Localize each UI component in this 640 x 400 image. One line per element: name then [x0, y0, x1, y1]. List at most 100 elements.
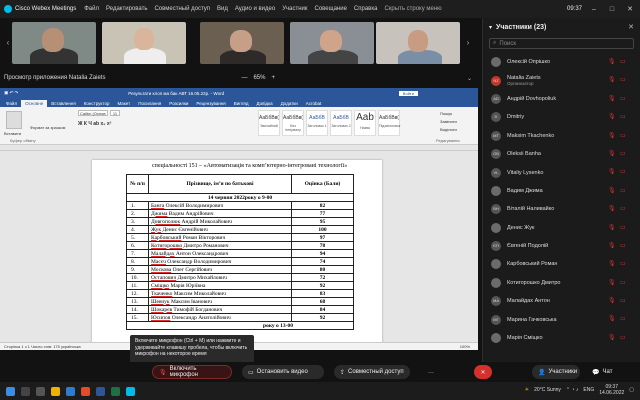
close-icon[interactable]: ✕ [624, 5, 636, 13]
word-tab[interactable]: Макет [113, 100, 134, 107]
participant-item[interactable]: Вадим Джима 🎙 ▭ [483, 182, 640, 200]
row-surname: Шевчук [151, 298, 170, 305]
word-tab-active[interactable]: Основне [21, 100, 48, 107]
participant-item[interactable]: Котигорошко Дмитро 🎙 ▭ [483, 274, 640, 292]
video-tile[interactable] [12, 22, 96, 64]
word-tab[interactable]: Файл [2, 100, 21, 107]
video-tile[interactable] [376, 22, 460, 64]
participant-name: Марія Сміщко [507, 335, 543, 342]
participant-item[interactable]: МА Малайдах Антон 🎙 ▭ [483, 292, 640, 310]
style-title[interactable]: Aab Назва [354, 110, 376, 136]
strip-prev-icon[interactable]: ‹ [4, 38, 12, 48]
participant-name: Марина Гачковська [507, 316, 557, 323]
maximize-icon[interactable]: □ [606, 6, 618, 13]
word-tab[interactable]: Рецензування [192, 100, 229, 107]
word-tab[interactable]: Вигляд [230, 100, 253, 107]
participant-name: Maksim Tkachenko [507, 132, 555, 139]
webex-taskbar-icon[interactable] [126, 386, 135, 396]
notification-icon[interactable]: ▢ [629, 387, 634, 393]
avatar [491, 277, 501, 288]
more-options-button[interactable]: … [424, 365, 438, 379]
participant-item[interactable]: ВН Віталій Наливайко 🎙 ▭ [483, 200, 640, 218]
style-no-spacing[interactable]: АаБбВв(Без інтервалу [282, 110, 304, 136]
word-tab[interactable]: Посилання [134, 100, 165, 107]
row-surname: Остапович [151, 274, 177, 281]
taskbar-clock[interactable]: 09:37 14.06.2022 [599, 384, 624, 396]
participant-item[interactable]: OB Oleksii Banha 🎙 ▭ [483, 145, 640, 163]
word-tab[interactable]: Додатки [277, 100, 302, 107]
menu-view[interactable]: Вид [217, 6, 228, 12]
share-options-chevron-icon[interactable]: ⌄ [467, 75, 472, 82]
excel-icon[interactable] [111, 386, 120, 396]
task-view-icon[interactable] [36, 386, 45, 396]
search-taskbar-icon[interactable] [21, 386, 30, 396]
menu-file[interactable]: Файл [84, 6, 99, 12]
participant-search-input[interactable]: ⌕ Поиск [489, 38, 634, 49]
table-row: 12. Ткаченко Максим Миколайович 83 [126, 289, 354, 298]
paste-button[interactable]: Вставити [4, 131, 21, 136]
share-button[interactable]: ⇪ Совместный доступ [334, 365, 410, 379]
language-indicator[interactable]: ENG [583, 387, 594, 393]
video-off-icon: ▭ [620, 242, 626, 249]
menu-share[interactable]: Совместный доступ [154, 6, 210, 12]
participant-item[interactable]: Олексій Опрішко 🎙 ▭ [483, 53, 640, 71]
start-icon[interactable] [6, 386, 15, 396]
style-heading-2[interactable]: АаБбВ Заголовок 2 [330, 110, 352, 136]
tray-icons[interactable]: ⌃ ◔ ♪ [566, 387, 579, 393]
menu-edit[interactable]: Редактировать [106, 6, 147, 12]
style-normal[interactable]: АаБбВв(Звичайний [258, 110, 280, 136]
panel-close-icon[interactable]: ✕ [628, 23, 634, 31]
minimize-icon[interactable]: – [588, 6, 600, 13]
replace-button[interactable]: Замінити [440, 119, 457, 124]
edge-icon[interactable] [66, 386, 75, 396]
word-sign-in-button[interactable]: Войти [398, 90, 418, 96]
participants-button[interactable]: 👤 Участники [532, 365, 580, 379]
zoom-out-button[interactable]: — [241, 75, 247, 81]
participant-item[interactable]: ЄП Євгеній Подолій 🎙 ▭ [483, 237, 640, 255]
format-painter-button[interactable]: Формат за зразком [30, 125, 65, 130]
video-tile[interactable] [102, 22, 186, 64]
word-tab[interactable]: Розсилки [165, 100, 192, 107]
video-tile[interactable] [290, 22, 374, 64]
participant-item[interactable]: MT Maksim Tkachenko 🎙 ▭ [483, 127, 640, 145]
word-tab[interactable]: Довідка [253, 100, 277, 107]
collapse-chevron-icon[interactable]: ▾ [489, 24, 492, 31]
find-button[interactable]: Пошук [440, 111, 452, 116]
app-icon[interactable] [81, 386, 90, 396]
menu-meeting[interactable]: Совещание [315, 6, 347, 12]
participant-item[interactable]: AD Андрій Dovhopoliuk 🎙 ▭ [483, 90, 640, 108]
unmute-button[interactable]: 🎙 Включить микрофон [152, 365, 232, 379]
strip-next-icon[interactable]: › [464, 38, 472, 48]
word-tab[interactable]: Acrobat [302, 100, 326, 107]
zoom-in-button[interactable]: + [271, 75, 275, 81]
participant-item[interactable]: NZ Natalia Zaiets Организатор 🎙 ▭ [483, 71, 640, 89]
stop-video-button[interactable]: ▭ Остановить видео [242, 365, 324, 379]
menu-bar: Cisco Webex Meetings Файл Редактировать … [0, 0, 640, 18]
menu-audio-video[interactable]: Аудио и видео [235, 6, 275, 12]
row-name: Довгополюк Андрій Миколайович [148, 217, 292, 226]
hide-menu-button[interactable]: Скрыть строку меню [384, 6, 441, 12]
style-subtitle[interactable]: АаБбВв(Підзаголовок [378, 110, 400, 136]
font-size-select[interactable]: 11 [110, 110, 120, 116]
participant-item[interactable]: Карбовський Роман 🎙 ▭ [483, 255, 640, 273]
chat-button[interactable]: 💬 Чат [586, 365, 616, 379]
explorer-icon[interactable] [51, 386, 60, 396]
stop-video-label: Остановить видео [256, 369, 308, 375]
participant-item[interactable]: Марія Сміщко 🎙 ▭ [483, 329, 640, 347]
word-icon[interactable] [96, 386, 105, 396]
participant-item[interactable]: Денис Жук 🎙 ▭ [483, 219, 640, 237]
end-call-button[interactable]: ✕ [474, 365, 492, 379]
format-buttons[interactable]: Ж К Ч ab x₂ x² [78, 121, 111, 127]
participant-item[interactable]: D Dmitriy 🎙 ▭ [483, 108, 640, 126]
word-tab[interactable]: Конструктор [80, 100, 114, 107]
menu-participant[interactable]: Участник [282, 6, 307, 12]
style-heading-1[interactable]: АаБбВ Заголовок 1 [306, 110, 328, 136]
word-tab[interactable]: Вставлення [47, 100, 80, 107]
select-button[interactable]: Виділити [440, 127, 457, 132]
paste-icon[interactable] [6, 111, 22, 129]
menu-help[interactable]: Справка [354, 6, 378, 12]
participant-item[interactable]: МГ Марина Гачковська 🎙 ▭ [483, 310, 640, 328]
participant-item[interactable]: VL Vitaliy Lysenko 🎙 ▭ [483, 163, 640, 181]
video-tile[interactable] [200, 22, 284, 64]
font-name-select[interactable]: Calibri (Основ [78, 110, 108, 116]
